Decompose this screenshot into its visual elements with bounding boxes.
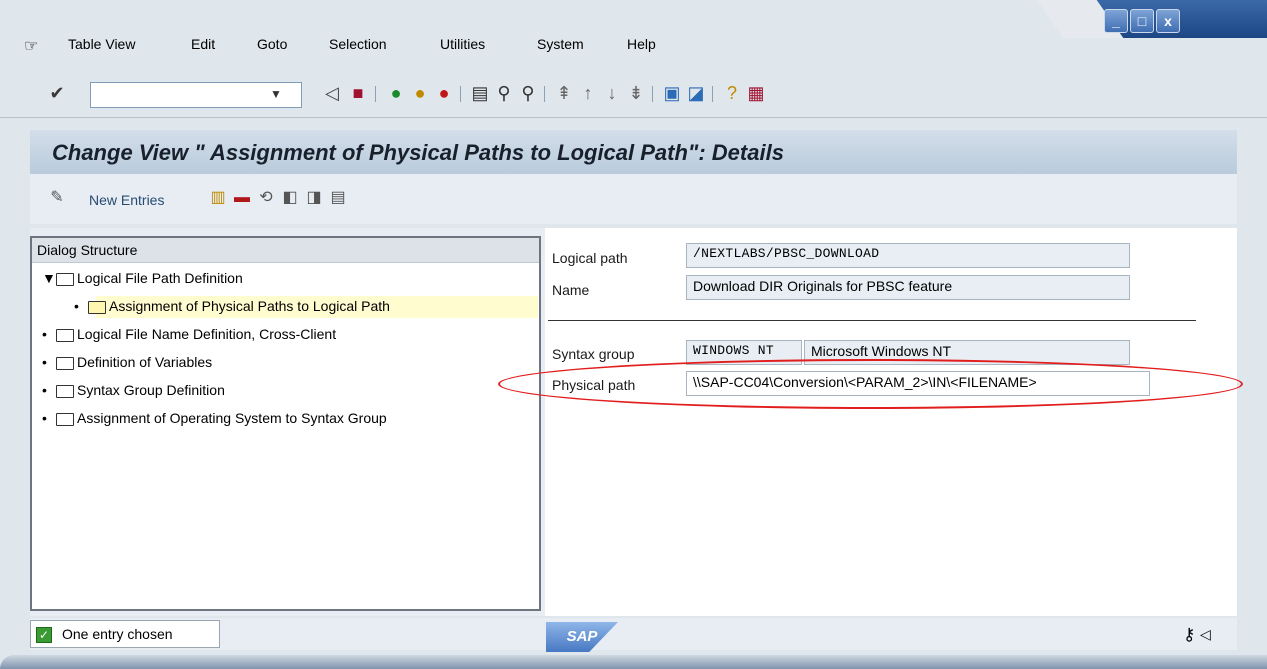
tree-item-label: Syntax Group Definition: [77, 382, 225, 398]
save-icon[interactable]: ■: [348, 83, 368, 103]
folder-icon: [56, 328, 74, 342]
next-page-icon[interactable]: ↓: [602, 83, 622, 103]
name-label: Name: [552, 282, 590, 298]
undo-change-icon[interactable]: ⟲: [256, 188, 276, 208]
highlight-ellipse: [498, 359, 1243, 409]
create-session-icon[interactable]: ▣: [662, 83, 682, 103]
display-change-icon[interactable]: ✎: [47, 188, 67, 208]
success-check-icon: ✓: [36, 627, 52, 643]
key-icon[interactable]: ⚷: [1183, 625, 1195, 645]
folder-icon: [56, 412, 74, 426]
delete-icon[interactable]: ▬: [232, 188, 252, 208]
menu-table-view[interactable]: Table View: [68, 36, 135, 52]
folder-icon: [56, 356, 74, 370]
exit-icon[interactable]: ●: [410, 83, 430, 103]
tree-item-logical-file-name[interactable]: • Logical File Name Definition, Cross-Cli…: [42, 326, 336, 342]
new-entries-button[interactable]: New Entries: [89, 192, 164, 208]
select-all-icon[interactable]: ▤: [328, 188, 348, 208]
find-next-icon[interactable]: ⚲: [518, 83, 538, 103]
menu-edit[interactable]: Edit: [191, 36, 215, 52]
menu-system[interactable]: System: [537, 36, 584, 52]
tree-item-label: Assignment of Operating System to Syntax…: [77, 410, 387, 426]
bullet-icon: •: [42, 410, 47, 426]
tree-item-syntax-group[interactable]: • Syntax Group Definition: [42, 382, 225, 398]
folder-icon: [56, 272, 74, 286]
tree-item-assignment-physical-paths[interactable]: • Assignment of Physical Paths to Logical…: [74, 298, 390, 314]
tree-item-label: Assignment of Physical Paths to Logical …: [109, 298, 390, 314]
chevron-down-icon[interactable]: ▼: [270, 87, 282, 101]
section-divider: [548, 320, 1196, 321]
menubar: ☞ Table View Edit Goto Selection Utiliti…: [0, 28, 1110, 58]
dialog-structure-title: Dialog Structure: [37, 242, 138, 258]
menu-goto[interactable]: Goto: [257, 36, 287, 52]
status-message: One entry chosen: [62, 626, 173, 642]
menu-selection[interactable]: Selection: [329, 36, 387, 52]
bullet-icon: •: [74, 298, 79, 314]
shortcut-icon[interactable]: ◪: [686, 83, 706, 103]
page-title: Change View " Assignment of Physical Pat…: [52, 140, 784, 165]
last-page-icon[interactable]: ⇟: [626, 83, 646, 103]
toolbar-separator: [544, 86, 545, 102]
window-bottom-edge: [0, 655, 1267, 669]
menu-utilities[interactable]: Utilities: [440, 36, 485, 52]
toolbar-separator: [712, 86, 713, 102]
toolbar-separator: [652, 86, 653, 102]
first-page-icon[interactable]: ⇞: [554, 83, 574, 103]
menu-help[interactable]: Help: [627, 36, 656, 52]
tree-item-label: Logical File Path Definition: [77, 270, 243, 286]
print-icon[interactable]: ▤: [470, 83, 490, 103]
menu-arrow-icon[interactable]: ☞: [24, 36, 38, 56]
folder-icon: [56, 384, 74, 398]
tree-item-logical-file-path[interactable]: ▼ Logical File Path Definition: [42, 270, 243, 286]
bullet-icon: •: [42, 326, 47, 342]
previous-page-icon[interactable]: ↑: [578, 83, 598, 103]
enter-check-icon[interactable]: ✔: [47, 83, 67, 103]
bullet-icon: •: [42, 382, 47, 398]
cancel-icon[interactable]: ●: [434, 83, 454, 103]
expand-arrow-icon[interactable]: ◁: [1200, 626, 1211, 643]
find-icon[interactable]: ⚲: [494, 83, 514, 103]
toolbar-separator: [460, 86, 461, 102]
bullet-icon: •: [42, 354, 47, 370]
toolbar-separator: [375, 86, 376, 102]
tree-item-label: Logical File Name Definition, Cross-Clie…: [77, 326, 337, 342]
tree-item-label: Definition of Variables: [77, 354, 213, 370]
dialog-structure-header: Dialog Structure: [32, 238, 539, 263]
next-entry-icon[interactable]: ◨: [304, 188, 324, 208]
previous-entry-icon[interactable]: ◧: [280, 188, 300, 208]
back-icon[interactable]: ●: [386, 83, 406, 103]
tree-item-assignment-os[interactable]: • Assignment of Operating System to Synta…: [42, 410, 387, 426]
back-arrow-icon[interactable]: ◁: [322, 83, 342, 103]
open-folder-icon: [88, 300, 106, 314]
name-field[interactable]: Download DIR Originals for PBSC feature: [686, 275, 1130, 300]
expand-triangle-icon[interactable]: ▼: [42, 270, 56, 286]
logical-path-label: Logical path: [552, 250, 628, 266]
help-icon[interactable]: ?: [722, 83, 742, 103]
customize-layout-icon[interactable]: ▦: [746, 83, 766, 103]
tree-item-definition-variables[interactable]: • Definition of Variables: [42, 354, 212, 370]
maximize-button[interactable]: □: [1130, 9, 1154, 33]
close-button[interactable]: x: [1156, 9, 1180, 33]
copy-as-icon[interactable]: ▥: [208, 188, 228, 208]
logical-path-field[interactable]: /NEXTLABS/PBSC_DOWNLOAD: [686, 243, 1130, 268]
syntax-group-label: Syntax group: [552, 346, 635, 362]
